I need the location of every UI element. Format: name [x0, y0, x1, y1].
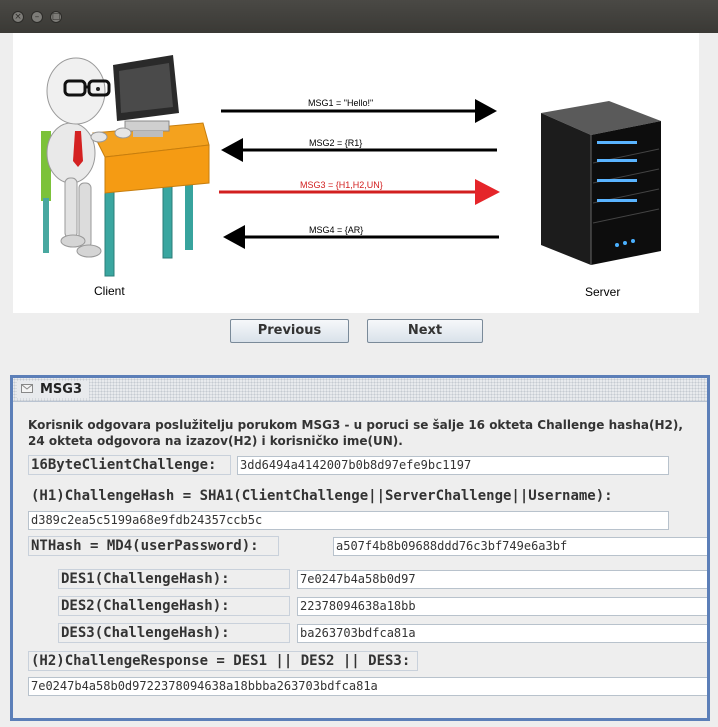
next-button[interactable]: Next	[367, 319, 483, 343]
des1-field[interactable]: 7e0247b4a58b0d97	[297, 570, 707, 589]
close-window-button[interactable]: ×	[12, 11, 24, 23]
server-caption: Server	[585, 285, 620, 299]
msg1-label: MSG1 = "Hello!"	[308, 98, 373, 108]
challenge-hash-field[interactable]: d389c2ea5c5199a68e9fdb24357ccb5c	[28, 511, 669, 530]
maximize-window-button[interactable]: □	[50, 11, 62, 23]
server-illustration	[541, 101, 661, 265]
frame-title: MSG3	[40, 382, 83, 397]
des3-field[interactable]: ba263703bdfca81a	[297, 624, 707, 643]
client-illustration	[41, 55, 210, 277]
window-titlebar: × – □	[0, 0, 718, 33]
minimize-window-button[interactable]: –	[31, 11, 43, 23]
frame-titlebar[interactable]: MSG3	[13, 378, 707, 402]
maximize-icon: □	[51, 12, 61, 22]
client-challenge-field[interactable]: 3dd6494a4142007b0b8d97efe9bc1197	[237, 456, 669, 475]
close-icon: ×	[14, 12, 22, 22]
challenge-response-field[interactable]: 7e0247b4a58b0d9722378094638a18bbba263703…	[28, 677, 707, 696]
des1-label: DES1(ChallengeHash):	[58, 569, 290, 589]
msg3-label: MSG3 = {H1,H2,UN}	[300, 180, 383, 190]
des2-label: DES2(ChallengeHash):	[58, 596, 290, 616]
previous-button[interactable]: Previous	[230, 319, 349, 343]
msg4-label: MSG4 = {AR}	[309, 225, 363, 235]
des2-field[interactable]: 22378094638a18bb	[297, 597, 707, 616]
nthash-label: NTHash = MD4(userPassword):	[28, 536, 279, 556]
msg3-internal-frame: MSG3 Korisnik odgovara poslužitelju poru…	[10, 375, 710, 721]
description-line-1: Korisnik odgovara poslužitelju porukom M…	[28, 418, 683, 432]
msg2-label: MSG2 = {R1}	[309, 138, 362, 148]
description-text: Korisnik odgovara poslužitelju porukom M…	[28, 417, 707, 449]
envelope-icon	[21, 384, 33, 393]
protocol-diagram: MSG1 = "Hello!" MSG2 = {R1} MSG3 = {H1,H…	[13, 33, 699, 313]
diagram-svg: MSG1 = "Hello!" MSG2 = {R1} MSG3 = {H1,H…	[41, 55, 661, 299]
client-caption: Client	[94, 284, 125, 298]
challenge-hash-label: (H1)ChallengeHash = SHA1(ClientChallenge…	[28, 486, 618, 506]
description-line-2: 24 okteta odgovora na izazov(H2) i koris…	[28, 434, 403, 448]
nthash-field[interactable]: a507f4b8b09688ddd76c3bf749e6a3bf	[333, 537, 707, 556]
challenge-response-label: (H2)ChallengeResponse = DES1 || DES2 || …	[28, 651, 418, 671]
client-challenge-label: 16ByteClientChallenge:	[28, 455, 231, 475]
minimize-icon: –	[34, 12, 40, 22]
des3-label: DES3(ChallengeHash):	[58, 623, 290, 643]
